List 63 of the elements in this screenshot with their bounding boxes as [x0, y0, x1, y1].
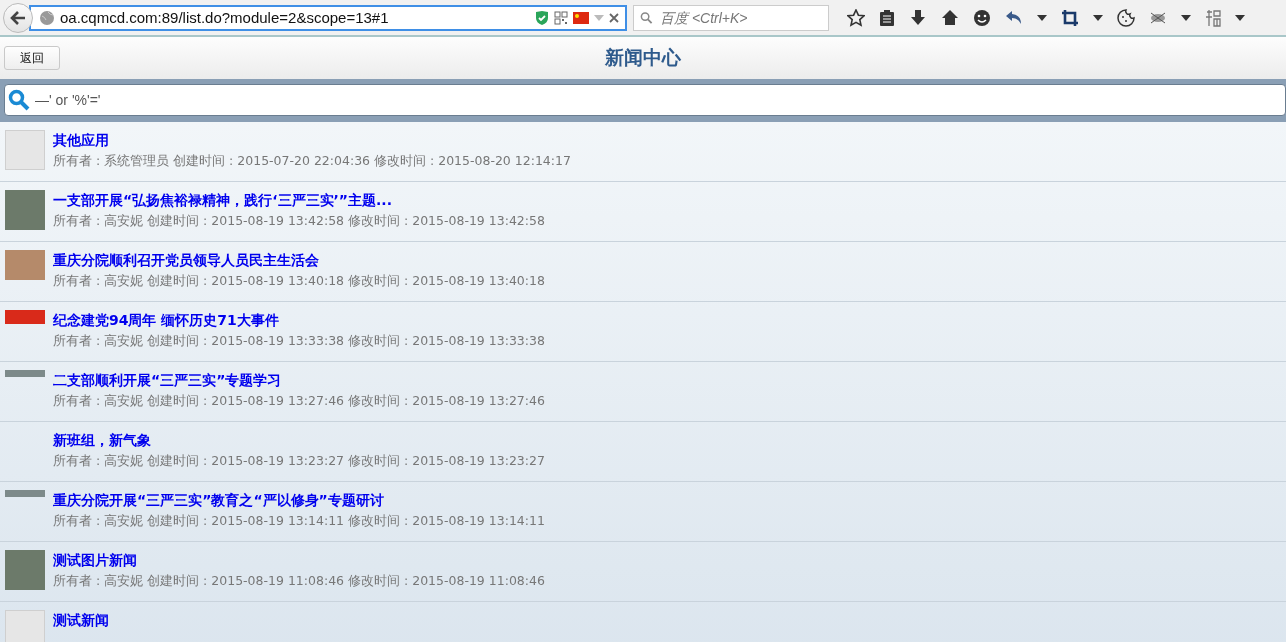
photo-placeholder	[5, 310, 45, 324]
dropdown-caret-icon[interactable]	[1037, 14, 1047, 21]
news-item[interactable]: 测试新闻	[0, 602, 1286, 642]
smiley-icon[interactable]	[973, 8, 991, 27]
shield-icon	[535, 9, 549, 26]
news-meta-text: 所有者 : 高安妮 创建时间 : 2015-08-19 13:40:18 修改时间 : 2015-08-19 13:40:18	[53, 273, 545, 289]
news-title-link[interactable]: 新班组，新气象	[53, 430, 545, 450]
photo-placeholder	[5, 250, 45, 280]
download-icon[interactable]	[909, 8, 927, 27]
back-button[interactable]	[3, 2, 33, 33]
back-arrow-icon	[9, 8, 27, 27]
photo-placeholder	[5, 370, 45, 377]
search-icon	[640, 10, 653, 25]
news-meta-text: 所有者 : 高安妮 创建时间 : 2015-08-19 13:42:58 修改时间 : 2015-08-19 13:42:58	[53, 213, 545, 229]
news-title-link[interactable]: 二支部顺利开展“三严三实”专题学习	[53, 370, 545, 390]
web-search-input[interactable]: 百度 <Ctrl+K>	[658, 8, 822, 27]
news-title-link[interactable]: 纪念建党94周年 缅怀历史71大事件	[53, 310, 545, 330]
search-field[interactable]: —' or '%'='	[4, 84, 1286, 116]
clipboard-icon[interactable]	[879, 8, 895, 27]
no-image-placeholder	[5, 130, 45, 170]
home-icon[interactable]	[941, 8, 959, 27]
crop-icon[interactable]	[1061, 8, 1079, 27]
news-meta-text: 所有者 : 高安妮 创建时间 : 2015-08-19 13:27:46 修改时间 : 2015-08-19 13:27:46	[53, 393, 545, 409]
news-item[interactable]: 二支部顺利开展“三严三实”专题学习 所有者 : 高安妮 创建时间 : 2015-08-19 13:27:46 修改时间 : 2015-08-19 13:27:46	[0, 362, 1286, 422]
cookie-icon[interactable]	[1117, 8, 1135, 27]
address-bar[interactable]: oa.cqmcd.com:89/list.do?module=2&scope=13#1	[29, 4, 627, 31]
photo-placeholder	[5, 190, 45, 230]
news-item[interactable]: 其他应用 所有者 : 系统管理员 创建时间 : 2015-07-20 22:04:36 修改时间 : 2015-08-20 12:14:17	[0, 122, 1286, 182]
photo-placeholder	[5, 490, 45, 497]
search-input[interactable]: —' or '%'='	[33, 91, 1285, 109]
no-image-placeholder	[5, 610, 45, 642]
news-item[interactable]: 纪念建党94周年 缅怀历史71大事件 所有者 : 高安妮 创建时间 : 2015-08-19 13:33:38 修改时间 : 2015-08-19 13:33:38	[0, 302, 1286, 362]
close-icon[interactable]	[609, 12, 619, 23]
undo-icon[interactable]	[1005, 9, 1023, 26]
photo-placeholder	[5, 550, 45, 590]
news-title-link[interactable]: 测试图片新闻	[53, 550, 545, 570]
news-title-link[interactable]: 一支部开展“弘扬焦裕禄精神，践行‘三严三实’”主题...	[53, 190, 545, 210]
news-title-link[interactable]: 其他应用	[53, 130, 571, 150]
dropdown-caret-icon[interactable]	[1093, 14, 1103, 21]
news-item[interactable]: 测试图片新闻 所有者 : 高安妮 创建时间 : 2015-08-19 11:08:46 修改时间 : 2015-08-19 11:08:46	[0, 542, 1286, 602]
news-meta-text: 所有者 : 系统管理员 创建时间 : 2015-07-20 22:04:36 修改时间 : 2015-08-20 12:14:17	[53, 153, 571, 169]
news-item[interactable]: 重庆分院开展“三严三实”教育之“严以修身”专题研讨 所有者 : 高安妮 创建时间 : 2015-08-19 13:14:11 修改时间 : 2015-08-19 13:14:11	[0, 482, 1286, 542]
web-search-field[interactable]: 百度 <Ctrl+K>	[633, 4, 829, 31]
news-title-link[interactable]: 重庆分院顺利召开党员领导人员民主生活会	[53, 250, 545, 270]
news-item[interactable]: 重庆分院顺利召开党员领导人员民主生活会 所有者 : 高安妮 创建时间 : 2015-08-19 13:40:18 修改时间 : 2015-08-19 13:40:18	[0, 242, 1286, 302]
url-text: oa.cqmcd.com:89/list.do?module=2&scope=13#1	[60, 9, 390, 26]
news-item[interactable]: 一支部开展“弘扬焦裕禄精神，践行‘三严三实’”主题... 所有者 : 高安妮 创建时间 : 2015-08-19 13:42:58 修改时间 : 2015-08-19 13:42:58	[0, 182, 1286, 242]
news-meta-text: 所有者 : 高安妮 创建时间 : 2015-08-19 13:14:11 修改时间 : 2015-08-19 13:14:11	[53, 513, 545, 529]
news-meta-text: 所有者 : 高安妮 创建时间 : 2015-08-19 13:23:27 修改时间 : 2015-08-19 13:23:27	[53, 453, 545, 469]
search-icon	[8, 89, 30, 111]
qr-code-icon	[554, 10, 568, 25]
star-icon[interactable]	[847, 8, 865, 27]
back-button[interactable]: 返回	[4, 46, 60, 70]
news-item[interactable]: 新班组，新气象 所有者 : 高安妮 创建时间 : 2015-08-19 13:23:27 修改时间 : 2015-08-19 13:23:27	[0, 422, 1286, 482]
news-meta-text: 所有者 : 高安妮 创建时间 : 2015-08-19 13:33:38 修改时间 : 2015-08-19 13:33:38	[53, 333, 545, 349]
dropdown-caret-icon[interactable]	[1181, 14, 1191, 21]
page-title: 新闻中心	[605, 45, 681, 70]
dropdown-caret-icon[interactable]	[1235, 14, 1245, 21]
news-meta-text: 所有者 : 高安妮 创建时间 : 2015-08-19 11:08:46 修改时间 : 2015-08-19 11:08:46	[53, 573, 545, 589]
globe-icon	[39, 9, 55, 26]
flag-icon	[573, 11, 589, 24]
news-title-link[interactable]: 测试新闻	[53, 610, 109, 630]
news-title-link[interactable]: 重庆分院开展“三严三实”教育之“严以修身”专题研讨	[53, 490, 545, 510]
